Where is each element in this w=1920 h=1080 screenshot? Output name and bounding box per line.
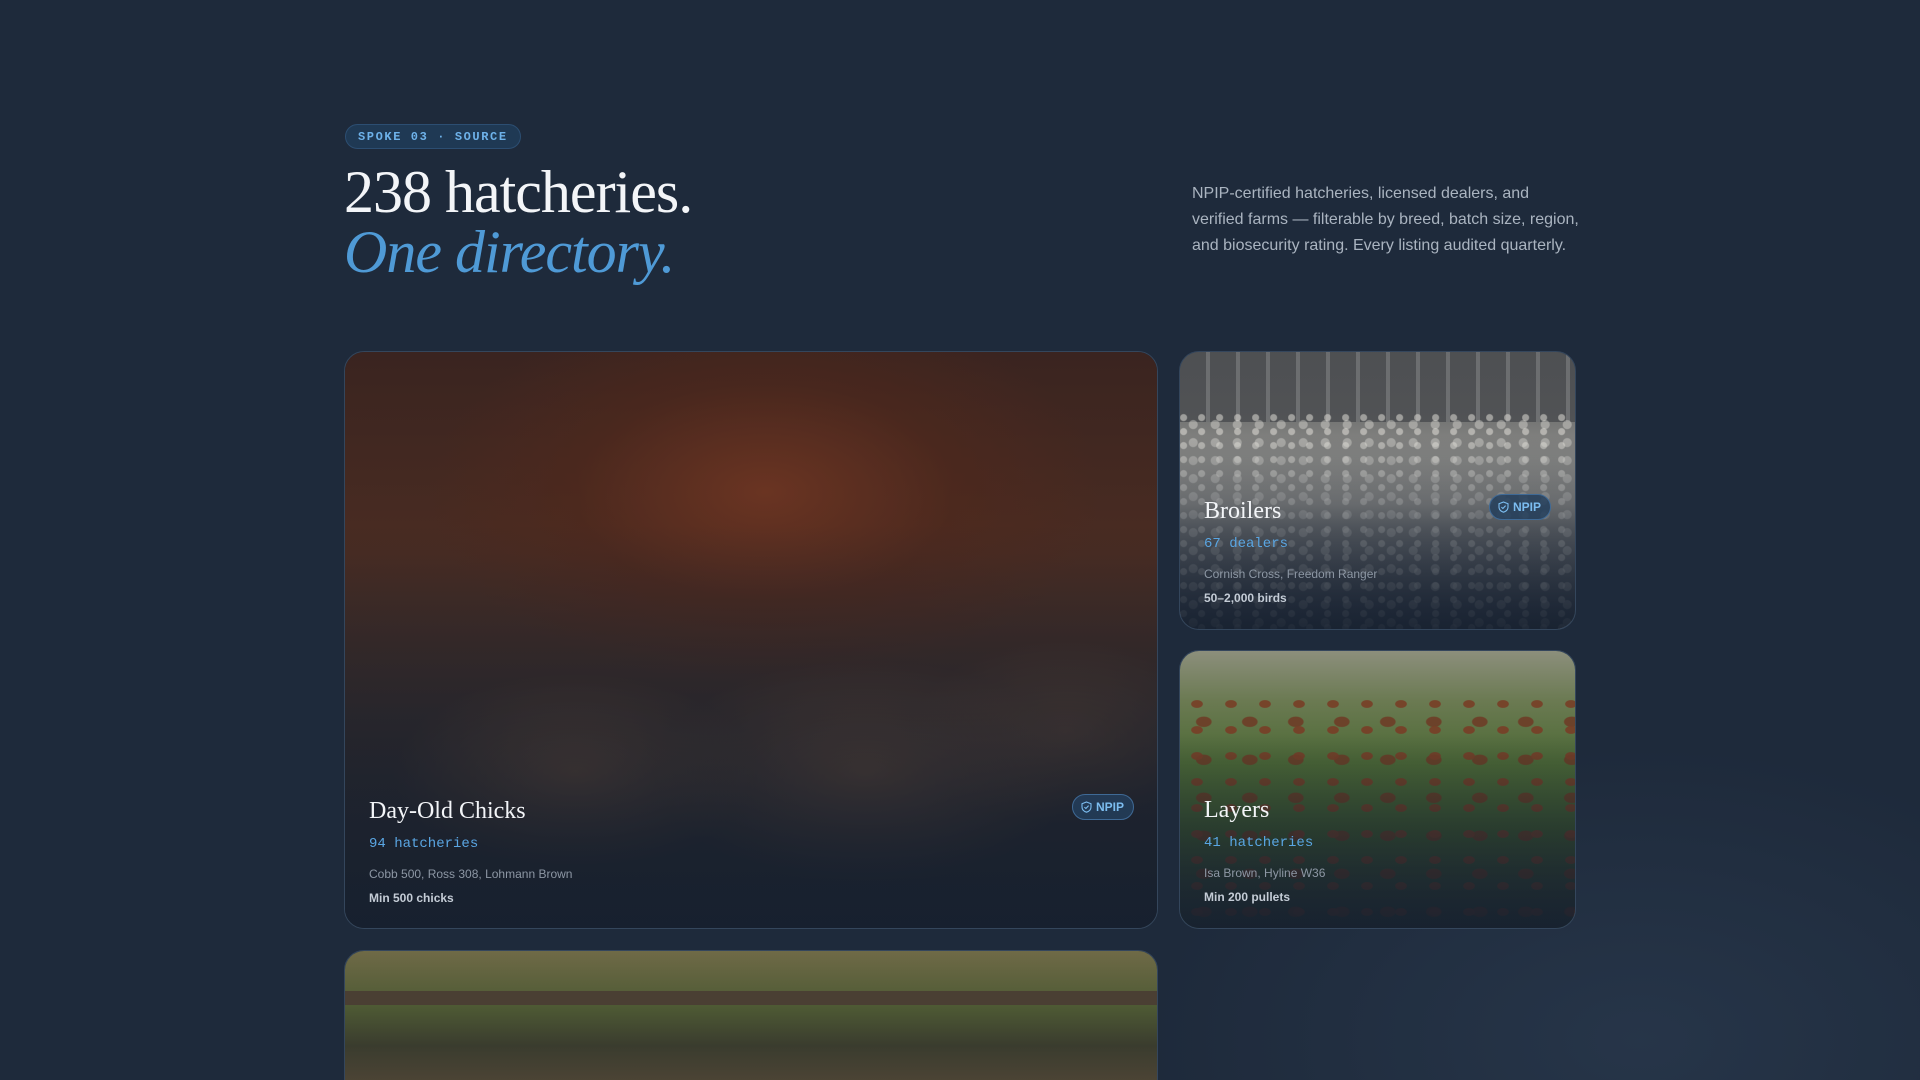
backyard-flock-photo	[345, 951, 1157, 1080]
card-minimum: 50–2,000 birds	[1204, 591, 1287, 605]
headline-line-1: 238 hatcheries.	[344, 159, 693, 225]
card-breeds: Isa Brown, Hyline W36	[1204, 866, 1326, 880]
card-minimum: Min 200 pullets	[1204, 890, 1291, 904]
card-title: Day-Old Chicks	[369, 798, 526, 824]
intro-text: NPIP-certified hatcheries, licensed deal…	[1192, 185, 1579, 254]
card-title: Layers	[1204, 797, 1270, 823]
npip-badge: NPIP	[1489, 494, 1552, 520]
badge-label: NPIP	[1096, 800, 1125, 814]
shield-check-icon	[1081, 801, 1092, 813]
npip-badge: NPIP	[1072, 794, 1135, 820]
page-title: 238 hatcheries. One directory.	[344, 159, 693, 285]
category-card-day-old-chicks[interactable]: Day-Old Chicks 94 hatcheries Cobb 500, R…	[344, 351, 1158, 929]
category-card-broilers[interactable]: Broilers 67 dealers Cornish Cross, Freed…	[1179, 351, 1576, 630]
card-title: Broilers	[1204, 498, 1282, 524]
section-tag: SPOKE 03 · SOURCE	[345, 124, 521, 149]
shield-check-icon	[1498, 501, 1509, 513]
card-breeds: Cobb 500, Ross 308, Lohmann Brown	[369, 867, 573, 881]
card-minimum: Min 500 chicks	[369, 891, 454, 905]
badge-label: NPIP	[1513, 500, 1542, 514]
page: SPOKE 03 · SOURCE 238 hatcheries. One di…	[0, 0, 1920, 1080]
card-breeds: Cornish Cross, Freedom Ranger	[1204, 567, 1378, 581]
card-count: 41 hatcheries	[1204, 835, 1314, 851]
headline-line-2: One directory.	[344, 219, 675, 285]
category-card-free-range[interactable]	[344, 950, 1158, 1080]
card-count: 67 dealers	[1204, 536, 1289, 552]
category-card-layers[interactable]: Layers 41 hatcheries Isa Brown, Hyline W…	[1179, 650, 1576, 929]
card-count: 94 hatcheries	[369, 836, 479, 852]
